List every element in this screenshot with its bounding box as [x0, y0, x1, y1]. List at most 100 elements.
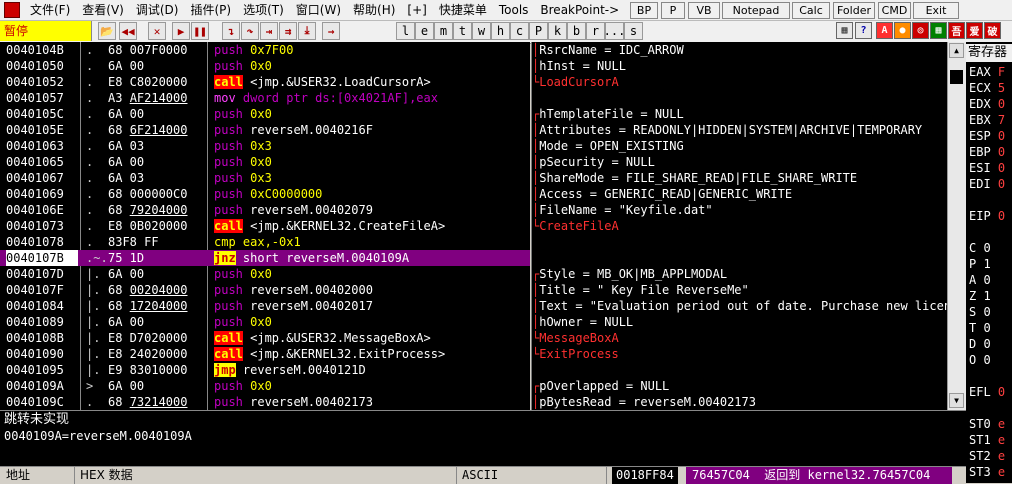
- quick-button-p[interactable]: P: [661, 2, 685, 19]
- disasm-row[interactable]: 0040107D |. 6A 00 push 0x0: [0, 266, 530, 282]
- quick-button-cmd[interactable]: CMD: [878, 2, 911, 19]
- disasm-row[interactable]: 00401057. A3 AF214000 mov dword ptr ds:[0x…: [0, 90, 530, 106]
- register-row[interactable]: ECX 5: [969, 80, 1005, 96]
- disasm-row[interactable]: 00401050. 6A 00 push 0x0: [0, 58, 530, 74]
- register-row[interactable]: [969, 368, 976, 384]
- menu-item-7[interactable]: [+]: [401, 0, 432, 20]
- register-row[interactable]: ESI 0: [969, 160, 1005, 176]
- registers-pane[interactable]: 寄存器 EAX F ECX 5 EDX 0 EBX 7 ESP 0 EBP 0 ESI 0E…: [966, 42, 1012, 483]
- quick-button-exit[interactable]: Exit: [913, 2, 959, 19]
- disasm-row[interactable]: 00401065. 6A 00 push 0x0: [0, 154, 530, 170]
- scroll-up-icon[interactable]: ▲: [949, 43, 964, 58]
- disasm-row[interactable]: 00401073. E8 0B020000 call <jmp.&KERNEL32.…: [0, 218, 530, 234]
- trace-over-icon[interactable]: ⇉: [279, 22, 297, 40]
- register-row[interactable]: ST2 e: [969, 448, 1005, 464]
- menu-item-5[interactable]: 窗口(W): [290, 0, 347, 20]
- window-button-11[interactable]: ...: [604, 22, 625, 40]
- step-into-icon[interactable]: ↴: [222, 22, 240, 40]
- quick-button-notepad[interactable]: Notepad: [722, 2, 790, 19]
- memory-icon[interactable]: ▦: [930, 22, 947, 39]
- window-button-2[interactable]: m: [434, 22, 453, 40]
- close-icon[interactable]: ✕: [148, 22, 166, 40]
- menu-item-9[interactable]: Tools: [493, 0, 535, 20]
- menu-item-0[interactable]: 文件(F): [24, 0, 76, 20]
- target-icon[interactable]: ◎: [912, 22, 929, 39]
- register-row[interactable]: ESP 0: [969, 128, 1005, 144]
- disasm-row[interactable]: 0040104B. 68 007F0000 push 0x7F00: [0, 42, 530, 58]
- window-button-10[interactable]: r: [586, 22, 605, 40]
- disasm-row[interactable]: 00401090 |. E8 24020000 call <jmp.&KERNEL32…: [0, 346, 530, 362]
- disasm-row[interactable]: 00401078. 83F8 FF cmp eax,-0x1: [0, 234, 530, 250]
- stack-top-address[interactable]: 0018FF84: [612, 467, 678, 484]
- execute-till-return-icon[interactable]: ⤓: [298, 22, 316, 40]
- register-row[interactable]: EBX 7: [969, 112, 1005, 128]
- step-over-icon[interactable]: ↷: [241, 22, 259, 40]
- menu-item-6[interactable]: 帮助(H): [347, 0, 401, 20]
- open-icon[interactable]: 📂: [98, 22, 116, 40]
- register-row[interactable]: Z 1: [969, 288, 998, 304]
- register-row[interactable]: EFL 0: [969, 384, 1005, 400]
- disasm-row[interactable]: 0040108B |. E8 D7020000 call <jmp.&USER32.M…: [0, 330, 530, 346]
- register-row[interactable]: O 0: [969, 352, 998, 368]
- trace-into-icon[interactable]: ⇥: [260, 22, 278, 40]
- window-button-3[interactable]: t: [453, 22, 472, 40]
- register-row[interactable]: ST1 e: [969, 432, 1005, 448]
- wu-icon[interactable]: 吾: [948, 22, 965, 39]
- register-row[interactable]: EBP 0: [969, 144, 1005, 160]
- disasm-row[interactable]: 00401052. E8 C8020000 call <jmp.&USER32.Lo…: [0, 74, 530, 90]
- disasm-row[interactable]: 00401069. 68 000000C0 push 0xC0000000: [0, 186, 530, 202]
- disasm-row[interactable]: 00401067. 6A 03 push 0x3: [0, 170, 530, 186]
- register-row[interactable]: [969, 400, 976, 416]
- run-icon[interactable]: ▶: [172, 22, 190, 40]
- disasm-row[interactable]: 0040106E. 68 79204000 push reverseM.004020…: [0, 202, 530, 218]
- scroll-down-icon[interactable]: ▼: [949, 393, 964, 408]
- disasm-row[interactable]: 0040105E. 68 6F214000 push reverseM.004021…: [0, 122, 530, 138]
- disasm-row[interactable]: 00401084 |. 68 17204000 push reverseM.00402…: [0, 298, 530, 314]
- register-row[interactable]: T 0: [969, 320, 998, 336]
- help-icon[interactable]: ?: [855, 22, 872, 39]
- register-row[interactable]: S 0: [969, 304, 998, 320]
- menu-item-2[interactable]: 调试(D): [130, 0, 185, 20]
- stack-top-value[interactable]: 76457C04 返回到 kernel32.76457C04: [686, 467, 952, 484]
- record-icon[interactable]: ●: [894, 22, 911, 39]
- disasm-row[interactable]: 0040105C. 6A 00 push 0x0: [0, 106, 530, 122]
- quick-button-folder[interactable]: Folder: [833, 2, 875, 19]
- menu-item-1[interactable]: 查看(V): [76, 0, 130, 20]
- register-row[interactable]: EIP 0: [969, 208, 1005, 224]
- scroll-thumb[interactable]: [950, 70, 963, 84]
- menu-item-8[interactable]: 快捷菜单: [433, 0, 493, 20]
- register-row[interactable]: A 0: [969, 272, 998, 288]
- window-button-8[interactable]: k: [548, 22, 567, 40]
- disasm-row[interactable]: 0040107F |. 68 00204000 push reverseM.00402…: [0, 282, 530, 298]
- disasm-row[interactable]: 00401063. 6A 03 push 0x3: [0, 138, 530, 154]
- register-row[interactable]: [969, 192, 976, 208]
- po-icon[interactable]: 破: [984, 22, 1001, 39]
- window-button-7[interactable]: P: [529, 22, 548, 40]
- register-row[interactable]: C 0: [969, 240, 998, 256]
- ai-icon[interactable]: 爱: [966, 22, 983, 39]
- pause-icon[interactable]: ❚❚: [191, 22, 209, 40]
- window-button-9[interactable]: b: [567, 22, 586, 40]
- a-icon[interactable]: A: [876, 22, 893, 39]
- menu-item-4[interactable]: 选项(T): [237, 0, 290, 20]
- register-row[interactable]: ST0 e: [969, 416, 1005, 432]
- quick-button-calc[interactable]: Calc: [792, 2, 830, 19]
- goto-icon[interactable]: →: [322, 22, 340, 40]
- disassembly-pane[interactable]: 0040104B. 68 007F0000 push 0x7F00 00401050.…: [0, 42, 530, 410]
- window-button-12[interactable]: s: [624, 22, 643, 40]
- window-button-1[interactable]: e: [415, 22, 434, 40]
- comments-pane[interactable]: │RsrcName = IDC_ARROW │hInst = NULL └LoadC…: [531, 42, 948, 410]
- disassembly-scrollbar[interactable]: ▲ ▼: [947, 42, 966, 410]
- quick-button-vb[interactable]: VB: [688, 2, 720, 19]
- window-button-0[interactable]: l: [396, 22, 415, 40]
- disasm-row-selected[interactable]: 0040107B .~. 75 1D jnz short reverseM.00401…: [0, 250, 530, 266]
- menu-item-3[interactable]: 插件(P): [184, 0, 237, 20]
- disasm-row[interactable]: 0040109C. 68 73214000 push reverseM.004021…: [0, 394, 530, 410]
- menu-item-10[interactable]: BreakPoint->: [534, 0, 625, 20]
- quick-button-bp[interactable]: BP: [630, 2, 658, 19]
- window-button-4[interactable]: w: [472, 22, 491, 40]
- register-row[interactable]: EDX 0: [969, 96, 1005, 112]
- disasm-row[interactable]: 0040109A >6A 00 push 0x0: [0, 378, 530, 394]
- rewind-icon[interactable]: ◀◀: [119, 22, 137, 40]
- register-row[interactable]: [969, 224, 976, 240]
